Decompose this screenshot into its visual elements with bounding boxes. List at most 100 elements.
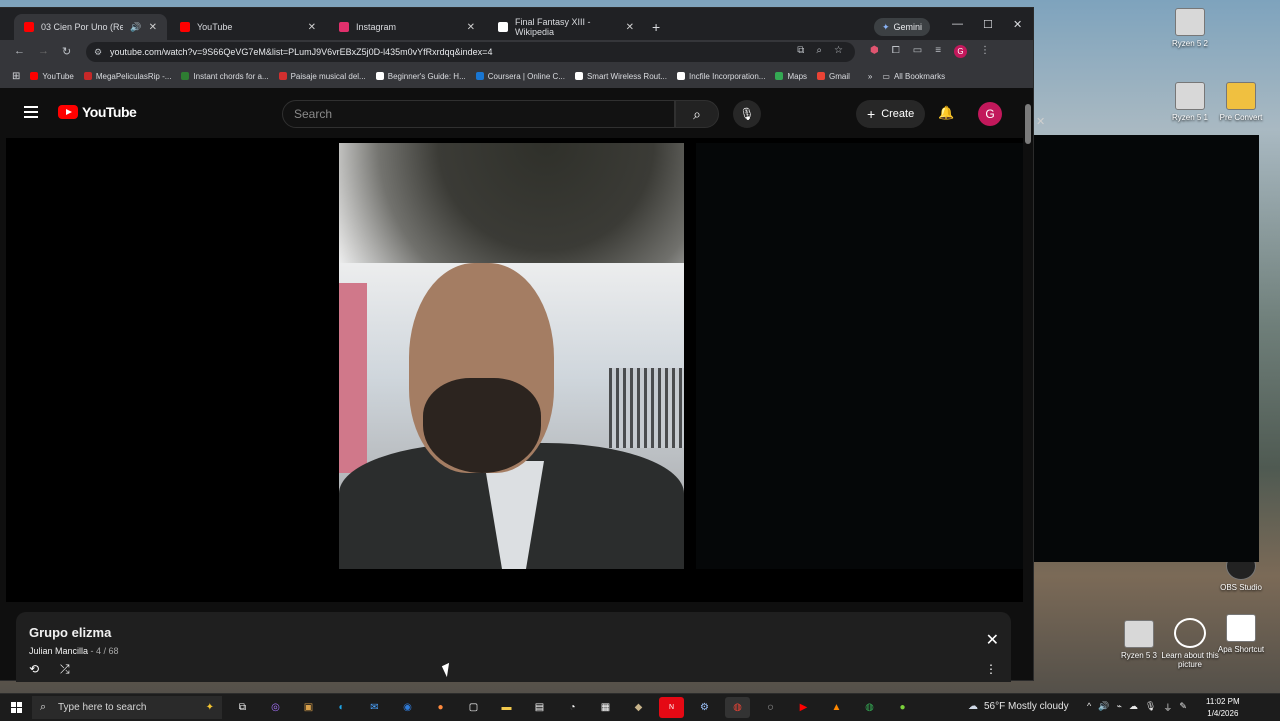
close-tab-icon[interactable]: ✕: [467, 22, 475, 33]
speaker-icon[interactable]: 🔊: [130, 22, 141, 33]
bookmark-paisaje-musical[interactable]: Paisaje musical del...: [278, 72, 366, 81]
bookmark-star-icon[interactable]: ☆: [834, 45, 843, 56]
forward-arrow-icon[interactable]: →: [38, 45, 49, 57]
extensions-puzzle-icon[interactable]: ⧠: [892, 45, 900, 58]
bookmark-maps[interactable]: Maps: [775, 72, 807, 81]
netflix-icon[interactable]: N: [659, 697, 684, 718]
shuffle-icon[interactable]: ⤮: [60, 662, 70, 677]
bookmark-beginners-guide[interactable]: Beginner's Guide: H...: [375, 72, 466, 81]
folder-icon: [1226, 82, 1256, 110]
edge-icon[interactable]: ◐: [329, 697, 354, 718]
zoom-icon[interactable]: ⌕: [816, 45, 822, 56]
youtube-logo[interactable]: YouTube: [58, 104, 137, 120]
steam-icon[interactable]: ⚙: [692, 697, 717, 718]
tab-wikipedia[interactable]: Final Fantasy XIII - Wikipedia ✕: [488, 14, 644, 40]
menu-kebab-icon[interactable]: ⋮: [980, 45, 990, 58]
game-icon[interactable]: ◆: [626, 697, 651, 718]
apps-grid-icon[interactable]: ⊞: [12, 71, 20, 82]
page-scrollbar[interactable]: [1025, 104, 1031, 144]
tab-youtube[interactable]: YouTube ✕: [170, 14, 326, 40]
bookmark-coursera[interactable]: Coursera | Online C...: [475, 72, 565, 81]
youtube-icon[interactable]: ▶: [791, 697, 816, 718]
mail-icon[interactable]: ✉: [362, 697, 387, 718]
network-icon[interactable]: ⌁: [1116, 701, 1121, 714]
tab-bar: 03 Cien Por Uno (Remastere 🔊 ✕ YouTube ✕…: [0, 8, 1033, 40]
more-options-icon[interactable]: ⋮: [985, 662, 997, 676]
desktop-icon-pre-convert[interactable]: Pre Convert: [1206, 82, 1276, 122]
chrome-icon[interactable]: ◍: [725, 697, 750, 718]
chrome-icon[interactable]: ◍: [857, 697, 882, 718]
windows-start-icon[interactable]: [11, 702, 22, 713]
tab-instagram[interactable]: Instagram ✕: [329, 14, 485, 40]
media-controls-icon[interactable]: ≡: [935, 45, 941, 58]
notifications-bell-icon[interactable]: 🔔: [938, 105, 954, 121]
back-arrow-icon[interactable]: ←: [14, 45, 25, 57]
youtube-header: YouTube ⌕ 🎙 + Create 🔔 G: [0, 88, 1033, 138]
close-tab-icon[interactable]: ✕: [149, 22, 157, 33]
search-input[interactable]: [283, 101, 674, 127]
search-button[interactable]: ⌕: [675, 100, 719, 128]
vlc-icon[interactable]: ▲: [824, 697, 849, 718]
new-tab-button[interactable]: +: [652, 19, 660, 35]
gemini-button[interactable]: ✦ Gemini: [874, 18, 931, 36]
calculator-icon[interactable]: ▦: [593, 697, 618, 718]
close-tab-icon[interactable]: ✕: [626, 22, 634, 33]
firefox-icon[interactable]: ●: [428, 697, 453, 718]
speedometer-icon[interactable]: ◔: [560, 697, 585, 718]
task-view-icon[interactable]: ⧉: [230, 697, 255, 718]
bookmark-instant-chords[interactable]: Instant chords for a...: [181, 72, 269, 81]
app-icon[interactable]: ▢: [461, 697, 486, 718]
cloud-sync-icon[interactable]: ☁: [1129, 701, 1138, 714]
weather-widget[interactable]: ☁ 56°F Mostly cloudy: [968, 701, 1069, 712]
screen-capture-icon[interactable]: ▤: [527, 697, 552, 718]
create-button[interactable]: + Create: [856, 100, 926, 128]
video-player[interactable]: [6, 138, 1023, 602]
file-explorer-icon[interactable]: ▬: [494, 697, 519, 718]
bookmark-megapeliculas[interactable]: MegaPeliculasRip -...: [83, 72, 171, 81]
maximize-button[interactable]: ☐: [983, 18, 993, 31]
cortana-icon[interactable]: ◎: [263, 697, 288, 718]
more-bookmarks-chevron-icon[interactable]: »: [868, 72, 872, 81]
all-bookmarks-folder[interactable]: ▭ All Bookmarks: [882, 72, 945, 81]
hamburger-menu-icon[interactable]: [24, 106, 38, 121]
site-info-icon[interactable]: ⚙: [94, 47, 102, 58]
pen-icon[interactable]: ✎: [1179, 701, 1187, 714]
address-bar[interactable]: ⚙ youtube.com/watch?v=9S66QeVG7eM&list=P…: [86, 42, 855, 62]
usb-icon[interactable]: ⏚: [1163, 701, 1172, 714]
desktop-icon-ryzen-5-2[interactable]: Ryzen 5 2: [1155, 8, 1225, 48]
close-tab-icon[interactable]: ✕: [308, 22, 316, 33]
playlist-title[interactable]: Grupo elizma: [29, 625, 111, 640]
minimize-button[interactable]: —: [952, 18, 963, 30]
bookmark-smart-wireless[interactable]: Smart Wireless Rout...: [574, 72, 667, 81]
close-window-button[interactable]: ✕: [1013, 18, 1022, 31]
file-icon[interactable]: ▣: [296, 697, 321, 718]
chevron-up-icon[interactable]: ^: [1087, 701, 1091, 714]
app-icon[interactable]: ◌: [758, 697, 783, 718]
desktop-icon-apa-shortcut[interactable]: Apa Shortcut: [1206, 614, 1276, 654]
chat-icon[interactable]: ●: [890, 697, 915, 718]
profile-avatar[interactable]: G: [954, 45, 968, 58]
voice-search-button[interactable]: 🎙: [733, 100, 761, 128]
reload-icon[interactable]: ↻: [62, 45, 71, 58]
side-panel-icon[interactable]: ▭: [913, 45, 922, 58]
close-playlist-icon[interactable]: ✕: [986, 630, 999, 650]
youtube-play-logo-icon: [58, 105, 78, 119]
loop-playlist-icon[interactable]: ⟲: [29, 662, 39, 676]
clock[interactable]: 11:02 PM 1/4/2026: [1206, 696, 1240, 720]
volume-icon[interactable]: 🔊: [1098, 701, 1109, 714]
outlook-icon[interactable]: ◉: [395, 697, 420, 718]
taskbar: ⌕ Type here to search ✦ ⧉ ◎ ▣ ◐ ✉ ◉ ● ▢ …: [0, 693, 1280, 721]
taskbar-search-box[interactable]: ⌕ Type here to search ✦: [32, 696, 222, 719]
tab-active-video[interactable]: 03 Cien Por Uno (Remastere 🔊 ✕: [14, 14, 167, 40]
extension-icon[interactable]: ⬢: [870, 45, 879, 58]
youtube-avatar[interactable]: G: [978, 102, 1002, 126]
pip-close-icon[interactable]: ✕: [1036, 115, 1045, 128]
playlist-owner[interactable]: Julian Mancilla: [29, 646, 88, 656]
microphone-icon[interactable]: 🎙: [1145, 701, 1156, 714]
install-app-icon[interactable]: ⧉: [797, 45, 804, 56]
bookmark-favicon-icon: [676, 72, 685, 80]
bookmark-youtube[interactable]: YouTube: [30, 72, 74, 81]
bookmark-incfile[interactable]: Incfile Incorporation...: [676, 72, 765, 81]
video-background-house: [339, 283, 367, 473]
bookmark-gmail[interactable]: Gmail: [817, 72, 850, 81]
